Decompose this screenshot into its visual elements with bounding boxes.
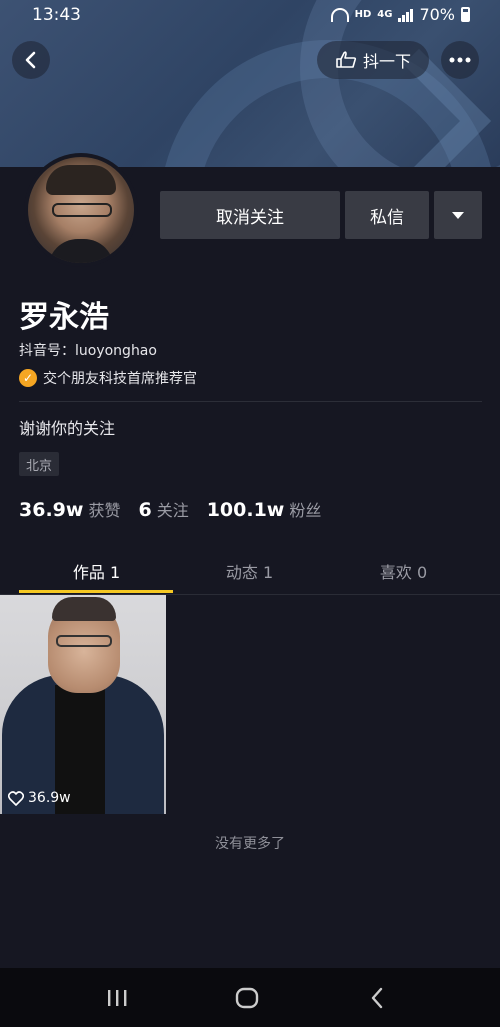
hd-label: HD bbox=[354, 9, 372, 20]
message-button[interactable]: 私信 bbox=[345, 191, 429, 239]
unfollow-button[interactable]: 取消关注 bbox=[160, 191, 340, 239]
home-icon bbox=[235, 987, 259, 1008]
verification-text: 交个朋友科技首席推荐官 bbox=[43, 371, 197, 387]
bio: 谢谢你的关注 bbox=[19, 419, 116, 438]
signal-icon bbox=[398, 8, 414, 22]
more-horizontal-icon bbox=[449, 57, 471, 63]
verification-info: ✓ 交个朋友科技首席推荐官 bbox=[19, 368, 197, 388]
douyin-id[interactable]: 抖音号：luoyonghao bbox=[19, 340, 157, 360]
battery-icon bbox=[461, 7, 470, 22]
no-more-text: 没有更多了 bbox=[215, 836, 285, 852]
recommend-dropdown-button[interactable] bbox=[434, 191, 482, 239]
followers-count[interactable]: 100.1w bbox=[207, 499, 285, 521]
followers-label[interactable]: 粉丝 bbox=[289, 497, 321, 521]
tab-activity[interactable]: 动态 1 bbox=[172, 548, 327, 594]
system-icons: HD 4G 70% bbox=[330, 5, 470, 24]
avatar[interactable] bbox=[24, 153, 138, 267]
caret-down-icon bbox=[452, 211, 464, 219]
wifi-icon bbox=[330, 7, 349, 22]
recent-apps-button[interactable] bbox=[87, 968, 147, 1027]
recent-apps-icon bbox=[108, 989, 127, 1006]
active-tab-indicator bbox=[19, 590, 173, 593]
location-tag: 北京 bbox=[19, 452, 60, 476]
work-thumbnail[interactable] bbox=[0, 595, 166, 814]
verified-badge-icon: ✓ bbox=[19, 369, 37, 387]
android-navigation-bar bbox=[0, 968, 500, 1027]
likes-count: 36.9w bbox=[19, 499, 84, 521]
pointing-hand-icon bbox=[336, 51, 357, 68]
more-button[interactable] bbox=[441, 41, 479, 79]
content-tabs: 作品 1 动态 1 喜欢 0 bbox=[0, 548, 500, 595]
following-count[interactable]: 6 bbox=[138, 499, 151, 521]
work-likes: 36.9w bbox=[8, 790, 71, 806]
stats-row: 36.9w 获赞 6 关注 100.1w 粉丝 bbox=[19, 497, 339, 521]
heart-icon bbox=[8, 790, 24, 806]
status-time: 13:43 bbox=[32, 5, 81, 25]
douyixia-label: 抖一下 bbox=[362, 52, 411, 71]
divider bbox=[19, 401, 482, 402]
system-back-button[interactable] bbox=[347, 968, 407, 1027]
tab-works[interactable]: 作品 1 bbox=[19, 548, 174, 594]
battery-percent: 70% bbox=[419, 5, 455, 24]
status-bar: 13:43 HD 4G 70% bbox=[0, 0, 500, 30]
back-icon bbox=[371, 987, 383, 1008]
chevron-left-icon bbox=[25, 51, 36, 69]
network-label: 4G bbox=[377, 9, 393, 20]
back-button[interactable] bbox=[12, 41, 50, 79]
avatar-image bbox=[28, 157, 134, 263]
following-label[interactable]: 关注 bbox=[157, 497, 189, 521]
tab-likes[interactable]: 喜欢 0 bbox=[326, 548, 481, 594]
douyixia-button[interactable]: 抖一下 bbox=[317, 41, 429, 79]
likes-label: 获赞 bbox=[88, 501, 121, 520]
work-likes-count: 36.9w bbox=[28, 790, 71, 806]
home-button[interactable] bbox=[217, 968, 277, 1027]
profile-name: 罗永浩 bbox=[19, 300, 109, 335]
